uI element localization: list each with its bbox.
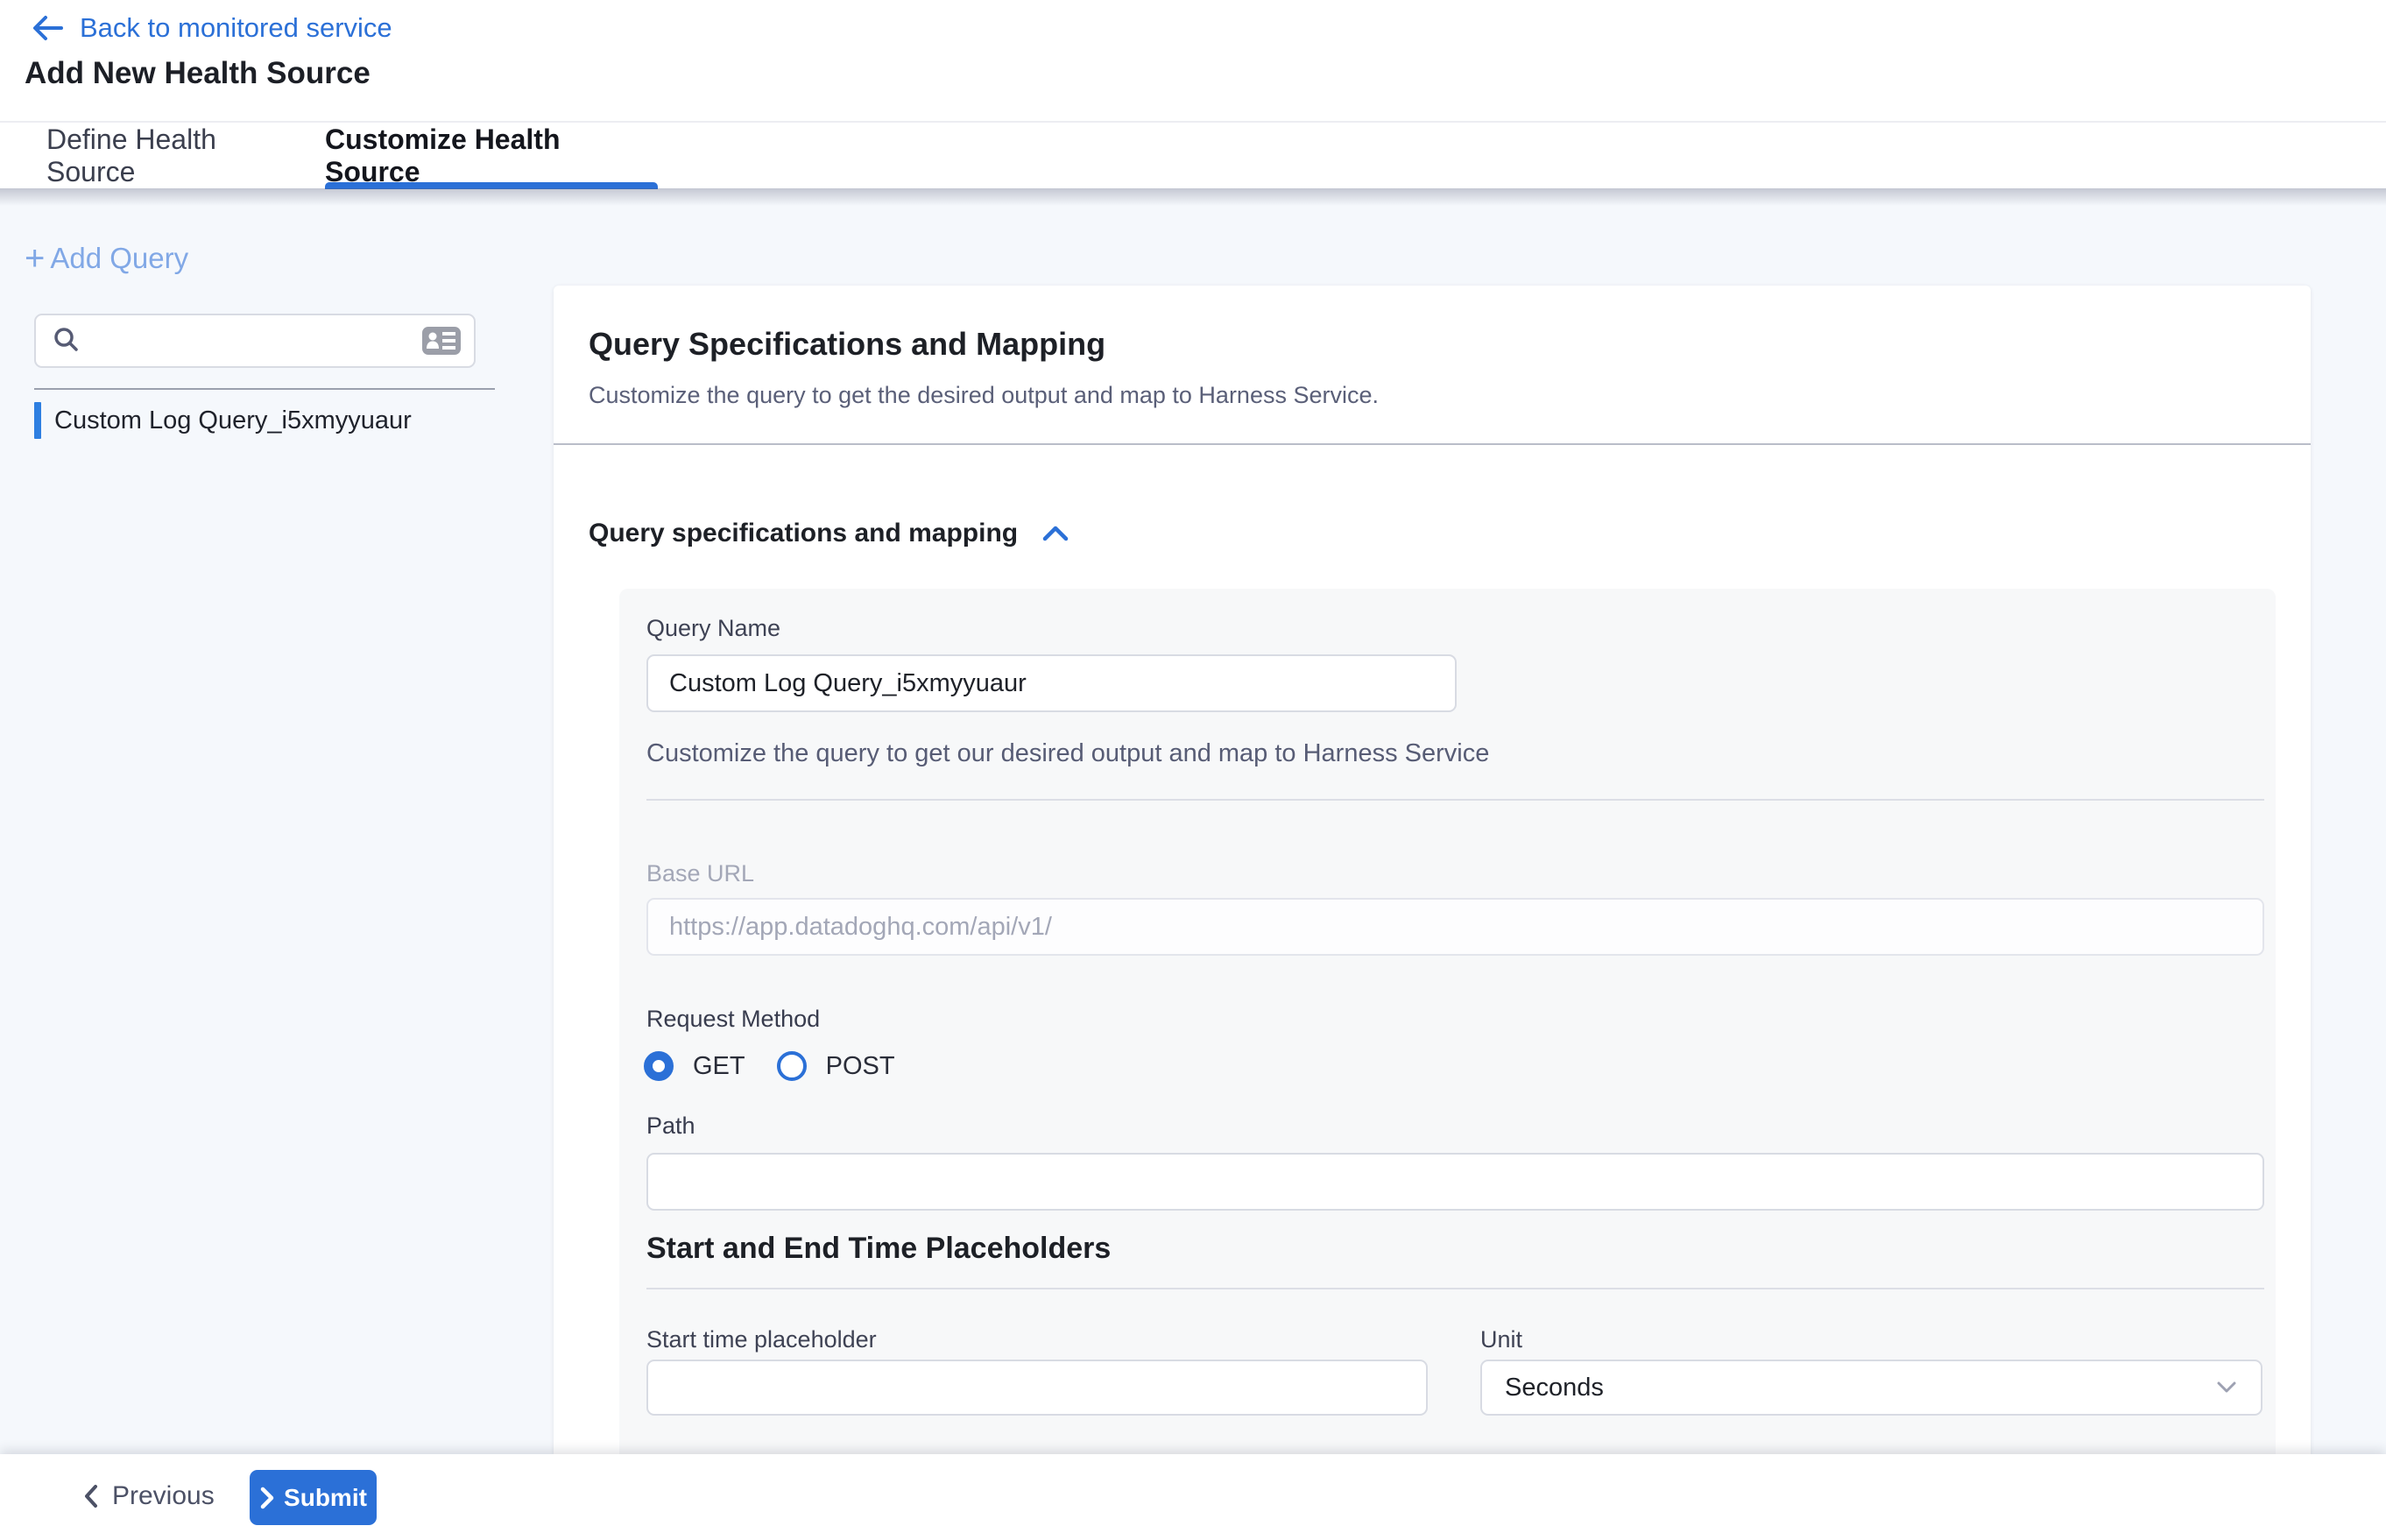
chevron-right-icon bbox=[259, 1486, 275, 1510]
chevron-down-icon bbox=[2215, 1380, 2238, 1395]
radio-post-label: POST bbox=[826, 1052, 895, 1081]
tab-define-health-source[interactable]: Define Health Source bbox=[46, 123, 298, 188]
selected-item-bar bbox=[34, 402, 41, 439]
page-header: Back to monitored service Add New Health… bbox=[0, 0, 2386, 188]
query-name-input[interactable] bbox=[646, 654, 1457, 712]
section-header: Query specifications and mapping bbox=[589, 519, 1070, 548]
start-time-placeholder-label: Start time placeholder bbox=[646, 1326, 877, 1353]
path-label: Path bbox=[646, 1113, 695, 1140]
unit-select-value: Seconds bbox=[1505, 1374, 1604, 1402]
search-input[interactable] bbox=[81, 327, 421, 355]
query-form-panel: Query Name Customize the query to get ou… bbox=[619, 589, 2276, 1454]
query-specifications-card: Query Specifications and Mapping Customi… bbox=[554, 286, 2311, 1454]
path-input[interactable] bbox=[646, 1153, 2264, 1211]
base-url-label: Base URL bbox=[646, 860, 754, 887]
form-divider-2 bbox=[646, 1288, 2264, 1289]
section-title: Query specifications and mapping bbox=[589, 519, 1018, 548]
search-icon bbox=[52, 326, 81, 356]
chevron-up-icon[interactable] bbox=[1041, 522, 1070, 545]
submit-button[interactable]: Submit bbox=[250, 1470, 377, 1525]
contact-card-icon[interactable] bbox=[421, 325, 462, 357]
back-link[interactable]: Back to monitored service bbox=[31, 12, 392, 44]
card-title: Query Specifications and Mapping bbox=[589, 326, 1105, 363]
radio-selected-icon[interactable] bbox=[644, 1051, 674, 1081]
page: Back to monitored service Add New Health… bbox=[0, 0, 2386, 1540]
query-name-helper-text: Customize the query to get our desired o… bbox=[646, 739, 1489, 768]
unit-select[interactable]: Seconds bbox=[1480, 1360, 2262, 1416]
card-subtitle: Customize the query to get the desired o… bbox=[589, 382, 1379, 409]
request-method-label: Request Method bbox=[646, 1006, 820, 1033]
radio-get-label: GET bbox=[693, 1052, 745, 1081]
sidebar-divider bbox=[34, 388, 495, 390]
submit-button-label: Submit bbox=[284, 1484, 367, 1512]
query-name-label: Query Name bbox=[646, 615, 780, 642]
base-url-input[interactable] bbox=[646, 898, 2264, 956]
page-title: Add New Health Source bbox=[25, 56, 371, 91]
card-header-divider bbox=[554, 443, 2311, 445]
chevron-left-icon bbox=[82, 1483, 100, 1509]
tab-customize-health-source[interactable]: Customize Health Source bbox=[325, 123, 658, 188]
footer-bar: Previous Submit bbox=[0, 1454, 2386, 1540]
radio-unselected-icon[interactable] bbox=[777, 1051, 807, 1081]
radio-option-post[interactable]: POST bbox=[777, 1051, 895, 1081]
add-query-button[interactable]: + Add Query bbox=[25, 242, 188, 275]
previous-button-label: Previous bbox=[112, 1481, 215, 1511]
request-method-radio-group: GET POST bbox=[644, 1051, 895, 1081]
back-link-label: Back to monitored service bbox=[80, 12, 392, 44]
form-divider bbox=[646, 799, 2264, 801]
query-search-box bbox=[34, 314, 476, 368]
query-list-item[interactable]: Custom Log Query_i5xmyyuaur bbox=[34, 401, 495, 440]
query-item-label: Custom Log Query_i5xmyyuaur bbox=[54, 406, 412, 435]
header-shadow bbox=[0, 188, 2386, 206]
add-query-label: Add Query bbox=[50, 242, 188, 275]
plus-icon: + bbox=[25, 243, 45, 274]
time-placeholders-title: Start and End Time Placeholders bbox=[646, 1232, 1111, 1266]
unit-label: Unit bbox=[1480, 1326, 1522, 1353]
radio-option-get[interactable]: GET bbox=[644, 1051, 745, 1081]
back-arrow-icon bbox=[31, 14, 64, 42]
start-time-placeholder-input[interactable] bbox=[646, 1360, 1428, 1416]
previous-button[interactable]: Previous bbox=[70, 1468, 227, 1524]
